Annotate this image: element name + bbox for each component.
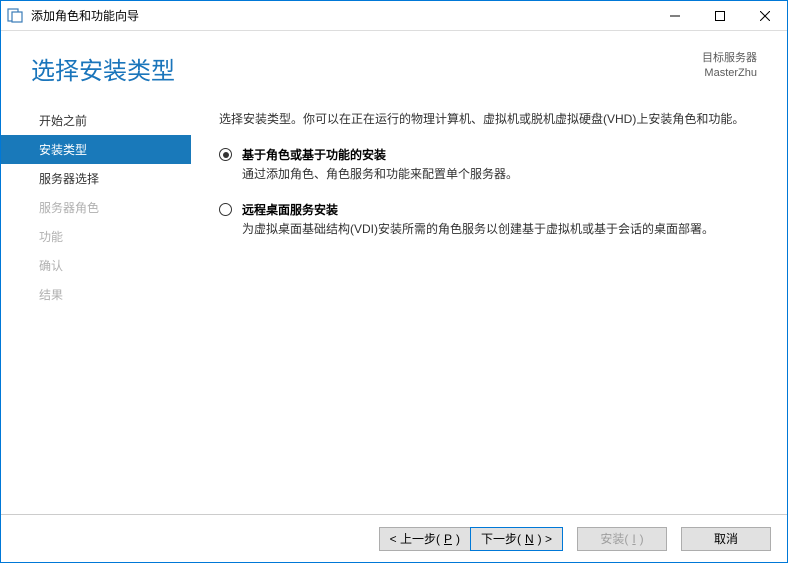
sidebar-item-before-begin[interactable]: 开始之前: [1, 106, 191, 135]
destination-label: 目标服务器: [702, 51, 757, 66]
destination-info: 目标服务器 MasterZhu: [702, 51, 757, 82]
window-controls: [652, 1, 787, 30]
option-role-based-title: 基于角色或基于功能的安装: [242, 146, 757, 163]
option-role-based-desc: 通过添加角色、角色服务和功能来配置单个服务器。: [242, 165, 757, 183]
destination-value: MasterZhu: [702, 66, 757, 81]
option-remote-desktop[interactable]: 远程桌面服务安装 为虚拟桌面基础结构(VDI)安装所需的角色服务以创建基于虚拟机…: [219, 201, 757, 238]
header: 选择安装类型 目标服务器 MasterZhu: [1, 31, 787, 96]
footer: < 上一步(P) 下一步(N) > 安装(I) 取消: [1, 514, 787, 562]
radio-remote-desktop[interactable]: [219, 203, 232, 216]
radio-role-based[interactable]: [219, 148, 232, 161]
body: 开始之前 安装类型 服务器选择 服务器角色 功能 确认 结果 选择安装类型。你可…: [1, 96, 787, 514]
option-remote-desktop-desc: 为虚拟桌面基础结构(VDI)安装所需的角色服务以创建基于虚拟机或基于会话的桌面部…: [242, 220, 757, 238]
previous-button[interactable]: < 上一步(P): [379, 527, 471, 551]
page-description: 选择安装类型。你可以在正在运行的物理计算机、虚拟机或脱机虚拟硬盘(VHD)上安装…: [219, 110, 757, 128]
sidebar-item-results: 结果: [1, 280, 191, 309]
titlebar: 添加角色和功能向导: [1, 1, 787, 31]
sidebar-item-features: 功能: [1, 222, 191, 251]
page-title: 选择安装类型: [31, 51, 702, 86]
sidebar-item-server-roles: 服务器角色: [1, 193, 191, 222]
option-role-based[interactable]: 基于角色或基于功能的安装 通过添加角色、角色服务和功能来配置单个服务器。: [219, 146, 757, 183]
sidebar-item-install-type[interactable]: 安装类型: [1, 135, 191, 164]
option-remote-desktop-title: 远程桌面服务安装: [242, 201, 757, 218]
close-button[interactable]: [742, 1, 787, 30]
action-buttons: 安装(I): [577, 527, 667, 551]
cancel-button[interactable]: 取消: [681, 527, 771, 551]
install-button: 安装(I): [577, 527, 667, 551]
sidebar-item-confirmation: 确认: [1, 251, 191, 280]
maximize-button[interactable]: [697, 1, 742, 30]
wizard-window: 添加角色和功能向导 选择安装类型 目标服务器 MasterZhu 开始之前 安装…: [0, 0, 788, 563]
cancel-group: 取消: [681, 527, 771, 551]
app-icon: [7, 8, 23, 24]
sidebar-item-server-selection[interactable]: 服务器选择: [1, 164, 191, 193]
sidebar: 开始之前 安装类型 服务器选择 服务器角色 功能 确认 结果: [1, 96, 191, 514]
nav-buttons: < 上一步(P) 下一步(N) >: [379, 527, 563, 551]
minimize-button[interactable]: [652, 1, 697, 30]
next-button[interactable]: 下一步(N) >: [470, 527, 563, 551]
window-title: 添加角色和功能向导: [29, 7, 652, 24]
content: 选择安装类型。你可以在正在运行的物理计算机、虚拟机或脱机虚拟硬盘(VHD)上安装…: [191, 96, 787, 514]
